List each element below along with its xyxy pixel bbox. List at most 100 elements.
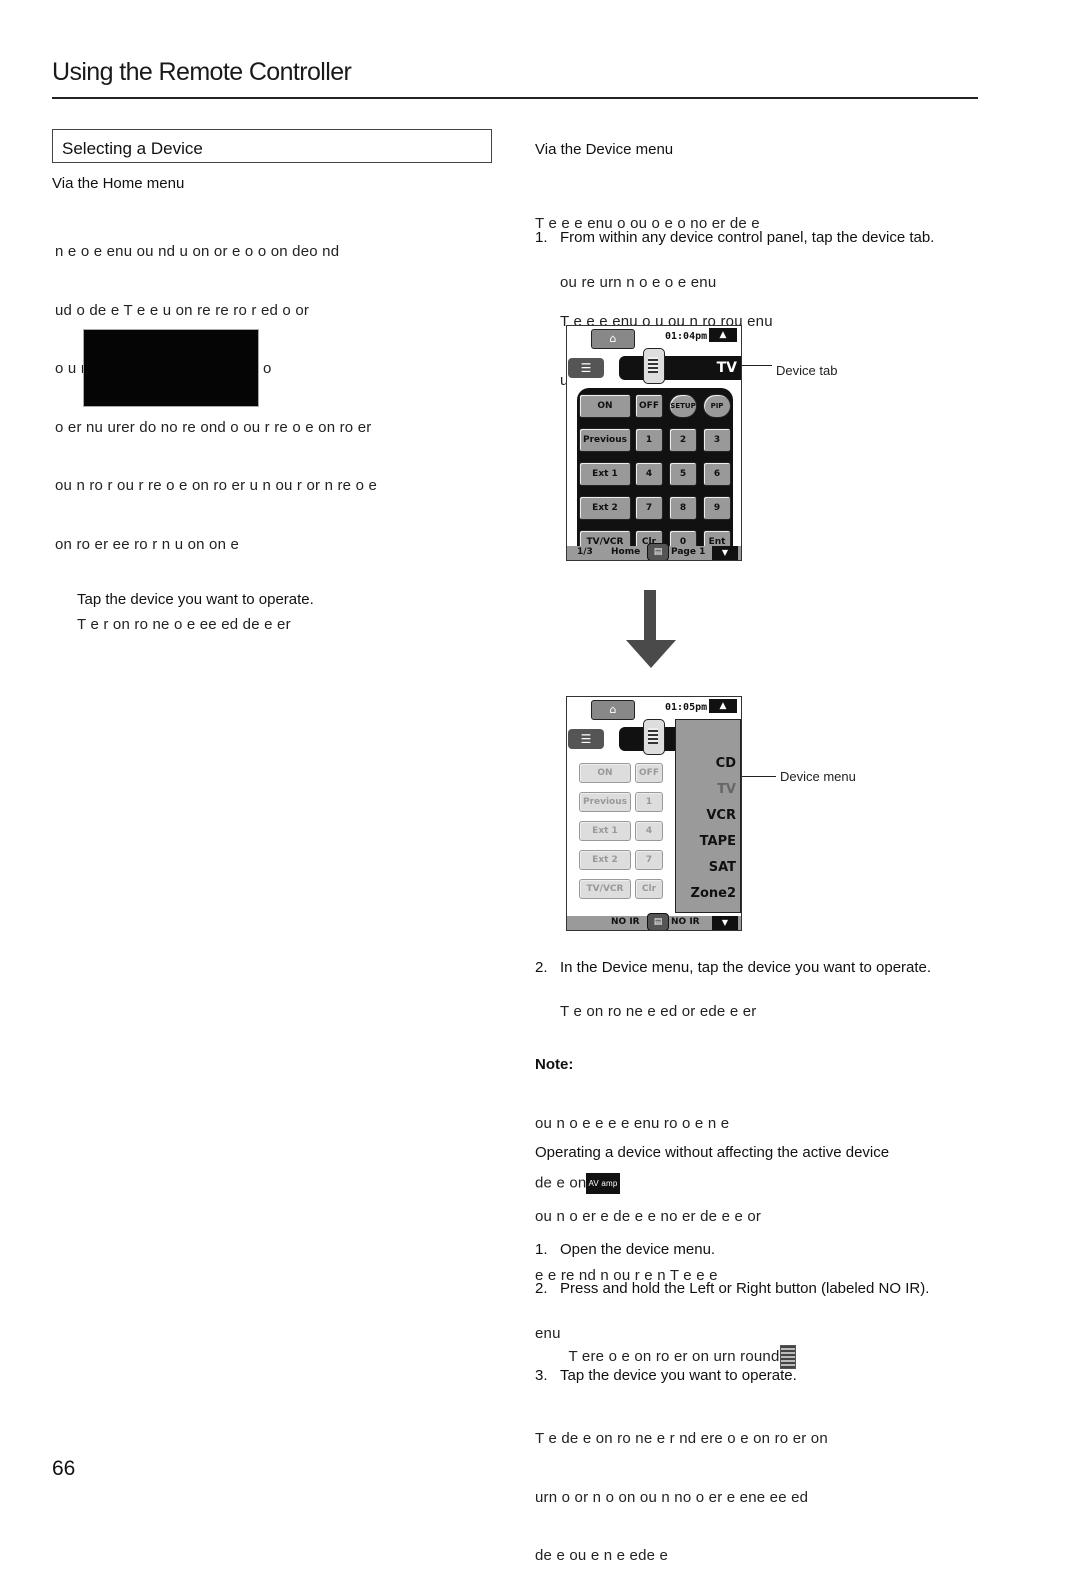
key-ext-2[interactable]: Ext 2 bbox=[579, 496, 631, 520]
faded-key-4: 4 bbox=[635, 821, 663, 841]
step-number: 1. bbox=[535, 229, 548, 246]
home-menu-image bbox=[83, 329, 259, 407]
step-text: In the Device menu, tap the device you w… bbox=[560, 959, 932, 976]
step-text: Open the device menu. bbox=[560, 1241, 716, 1258]
footer-page-label[interactable]: Page 1 bbox=[671, 547, 705, 557]
page-title: Using the Remote Controller bbox=[52, 58, 352, 86]
subheading-device-menu: Via the Device menu bbox=[535, 141, 674, 158]
menu-icon[interactable]: ▤ bbox=[647, 913, 669, 930]
key-5[interactable]: 5 bbox=[669, 462, 697, 486]
device-menu-item-cd[interactable]: CD bbox=[716, 756, 736, 771]
key-on[interactable]: ON bbox=[579, 394, 631, 418]
key-pip[interactable]: PIP bbox=[703, 394, 731, 418]
clock: 01:04pm bbox=[665, 331, 708, 342]
note-heading: Note: bbox=[535, 1056, 574, 1073]
key-ext-1[interactable]: Ext 1 bbox=[579, 462, 631, 486]
scroll-up-button[interactable]: ▲ bbox=[709, 699, 737, 713]
device-menu-item-sat[interactable]: SAT bbox=[709, 860, 736, 875]
step-text: Tap the device you want to operate. bbox=[560, 1367, 797, 1384]
text-line: urn o or n o on ou n no o er e ene ee ed bbox=[535, 1488, 809, 1506]
remote-screen-device-menu: ⌂ 01:05pm ▲ ☰ TV ONOFFPrevious1Ext 14Ext… bbox=[566, 696, 742, 931]
list-icon[interactable]: ☰ bbox=[568, 729, 604, 749]
screen-footer: 1/3 Home ▤ Page 1 ▼ bbox=[567, 543, 741, 560]
home-icon[interactable]: ⌂ bbox=[591, 700, 635, 720]
key-setup[interactable]: SETUP bbox=[669, 394, 697, 418]
page-number: 66 bbox=[52, 1457, 76, 1480]
device-tab[interactable]: TV bbox=[619, 356, 741, 380]
list-icon[interactable]: ☰ bbox=[568, 358, 604, 378]
arrow-head bbox=[626, 640, 676, 668]
key-4[interactable]: 4 bbox=[635, 462, 663, 486]
subheading-home-menu: Via the Home menu bbox=[52, 175, 185, 192]
key-6[interactable]: 6 bbox=[703, 462, 731, 486]
remote-icon bbox=[643, 719, 665, 755]
device-menu: CD TV VCR TAPE SAT Zone2 bbox=[675, 719, 741, 913]
home-icon[interactable]: ⌂ bbox=[591, 329, 635, 349]
home-step-result: T e r on ro ne o e ee ed de e er bbox=[77, 616, 291, 633]
down-arrow-graphic bbox=[626, 590, 676, 668]
section-title: Selecting a Device bbox=[62, 139, 203, 158]
faded-key-ext-2: Ext 2 bbox=[579, 850, 631, 870]
footer-home-label[interactable]: Home bbox=[611, 547, 640, 557]
text-line: ou n o er e de e e no er de e e or bbox=[535, 1208, 762, 1225]
menu-icon[interactable]: ▤ bbox=[647, 543, 669, 560]
step-b1: 1. Open the device menu. bbox=[535, 1240, 975, 1262]
remote-icon bbox=[779, 1344, 796, 1369]
key-8[interactable]: 8 bbox=[669, 496, 697, 520]
callout-line bbox=[742, 776, 776, 777]
scroll-down-button[interactable]: ▼ bbox=[712, 546, 738, 560]
key-9[interactable]: 9 bbox=[703, 496, 731, 520]
device-menu-item-vcr[interactable]: VCR bbox=[706, 808, 736, 823]
step-text: From within any device control panel, ta… bbox=[560, 229, 935, 246]
scroll-down-button[interactable]: ▼ bbox=[712, 916, 738, 930]
text-fragment: T ere o e on ro er on urn round bbox=[568, 1347, 780, 1365]
faded-key-previous: Previous bbox=[579, 792, 631, 812]
step-number: 2. bbox=[535, 1280, 548, 1297]
no-ir-right-button[interactable]: NO IR bbox=[671, 917, 700, 927]
text-line: T e de e on ro ne e r nd ere o e on ro e… bbox=[535, 1430, 828, 1447]
key-off[interactable]: OFF bbox=[635, 394, 663, 418]
key-7[interactable]: 7 bbox=[635, 496, 663, 520]
step-b2: 2. Press and hold the Left or Right butt… bbox=[535, 1279, 975, 1321]
text-line: on ro er ee ro r n u on on e bbox=[55, 535, 240, 553]
faded-key-7: 7 bbox=[635, 850, 663, 870]
key-1[interactable]: 1 bbox=[635, 428, 663, 452]
device-menu-item-tv[interactable]: TV bbox=[717, 782, 736, 797]
step-text: Press and hold the Left or Right button … bbox=[560, 1280, 930, 1297]
step-number: 2. bbox=[535, 959, 548, 976]
callout-device-tab: Device tab bbox=[776, 363, 838, 378]
page-indicator: 1/3 bbox=[577, 547, 593, 557]
screen-footer: NO IR ▤ NO IR ▼ bbox=[567, 913, 741, 930]
step-number: 3. bbox=[535, 1367, 548, 1384]
title-rule bbox=[52, 97, 978, 99]
text-line: o er nu urer do no re ond o ou r re o e … bbox=[55, 418, 372, 436]
faded-key-1: 1 bbox=[635, 792, 663, 812]
text-line: ud o de e T e e u on re re ro r ed o or bbox=[55, 301, 310, 319]
device-menu-item-zone2[interactable]: Zone2 bbox=[691, 886, 736, 901]
faded-key-ext-1: Ext 1 bbox=[579, 821, 631, 841]
step-1: 1. From within any device control panel,… bbox=[535, 228, 975, 270]
device-menu-item-tape[interactable]: TAPE bbox=[700, 834, 736, 849]
step-2-result: T e on ro ne e ed or ede e er bbox=[560, 1003, 757, 1020]
faded-key-clr: Clr bbox=[635, 879, 663, 899]
keypad: ON OFF SETUP PIP Previous 1 2 3 Ext 1 4 5 6 Ext 2789… bbox=[577, 388, 733, 560]
section-title-box: Selecting a Device bbox=[52, 129, 492, 163]
remote-icon bbox=[643, 348, 665, 384]
home-step-text: Tap the device you want to operate. bbox=[77, 591, 314, 608]
no-ir-left-button[interactable]: NO IR bbox=[611, 917, 640, 927]
step-number: 1. bbox=[535, 1241, 548, 1258]
step-2: 2. In the Device menu, tap the device yo… bbox=[535, 958, 975, 1000]
key-3[interactable]: 3 bbox=[703, 428, 731, 452]
step-b3: 3. Tap the device you want to operate. bbox=[535, 1366, 975, 1388]
faded-key-tv-vcr: TV/VCR bbox=[579, 879, 631, 899]
step-b2-result: T ere o e on ro er on urn round bbox=[560, 1325, 796, 1369]
clock: 01:05pm bbox=[665, 702, 708, 713]
key-previous[interactable]: Previous bbox=[579, 428, 631, 452]
text-line: ou n ro r ou r re o e on ro er u n ou r … bbox=[55, 477, 378, 494]
remote-screen-device-tab: ⌂ 01:04pm ▲ ☰ TV ON OFF SETUP PIP Previous 1 2… bbox=[566, 325, 742, 561]
subheading-operating-without-affecting: Operating a device without affecting the… bbox=[535, 1144, 890, 1161]
scroll-up-button[interactable]: ▲ bbox=[709, 328, 737, 342]
key-2[interactable]: 2 bbox=[669, 428, 697, 452]
arrow-shaft bbox=[644, 590, 656, 642]
faded-key-on: ON bbox=[579, 763, 631, 783]
